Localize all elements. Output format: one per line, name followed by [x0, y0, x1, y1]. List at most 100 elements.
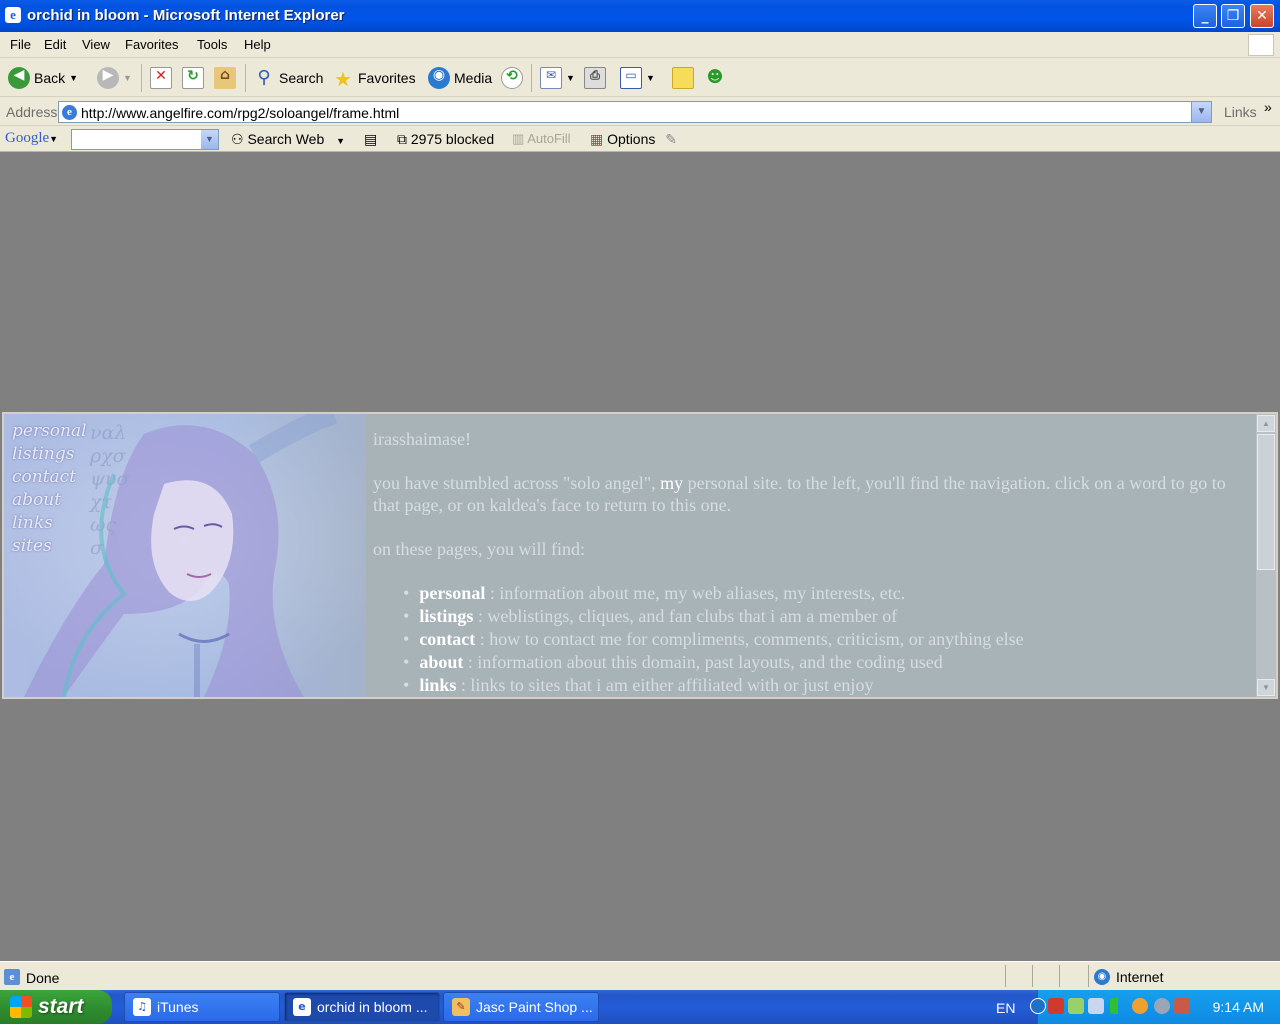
messenger-button[interactable]: ☻ — [704, 65, 726, 91]
task-label: Jasc Paint Shop ... — [476, 999, 593, 1015]
start-button[interactable]: start — [0, 990, 112, 1024]
history-button[interactable]: ⟲ — [501, 65, 523, 91]
list-item: links : links to sites that i am either … — [403, 674, 1253, 697]
tray-messenger-icon[interactable] — [1132, 998, 1148, 1014]
clock[interactable]: 9:14 AM — [1213, 999, 1264, 1015]
media-button[interactable]: ◉ Media — [428, 65, 492, 91]
autofill-button[interactable]: ▥ AutoFill — [512, 131, 571, 147]
nav-about[interactable]: about — [12, 489, 87, 512]
refresh-button[interactable]: ↻ — [182, 65, 204, 91]
home-icon: ⌂ — [214, 67, 236, 89]
nav-links[interactable]: links — [12, 512, 87, 535]
search-label: Search — [279, 70, 324, 86]
links-chevron-icon[interactable]: » — [1264, 99, 1272, 115]
mail-button[interactable]: ✉ ▼ — [540, 65, 575, 91]
title-bar[interactable]: e orchid in bloom - Microsoft Internet E… — [0, 0, 1280, 32]
scroll-up-icon[interactable]: ▲ — [1257, 415, 1275, 432]
status-divider — [1032, 965, 1033, 987]
back-button[interactable]: ◀ Back ▼ — [8, 65, 78, 91]
scrollbar-thumb[interactable] — [1257, 434, 1275, 570]
scroll-down-icon[interactable]: ▼ — [1257, 679, 1275, 696]
search-icon: ⚲ — [257, 67, 271, 88]
google-toolbar: Google▼ ▼ ⚇ Search Web ▼ ▤ ⧉ 2975 blocke… — [0, 127, 1280, 152]
system-tray: 9:14 AM — [1030, 990, 1280, 1024]
edit-button[interactable]: ▭ ▼ — [620, 65, 655, 91]
media-label: Media — [454, 70, 493, 86]
forward-dropdown-icon[interactable]: ▼ — [123, 73, 132, 83]
google-logo[interactable]: Google▼ — [5, 130, 58, 147]
print-button[interactable]: ⎙ — [584, 65, 606, 91]
favorites-star-icon: ★ — [334, 67, 352, 91]
language-indicator[interactable]: EN — [996, 1000, 1015, 1016]
intro-highlight: my — [660, 473, 684, 493]
back-arrow-icon: ◀ — [8, 67, 30, 89]
task-label: iTunes — [157, 999, 199, 1015]
menu-view[interactable]: View — [82, 37, 110, 52]
nav-personal[interactable]: personal — [12, 420, 87, 443]
intro-paragraph: you have stumbled across "solo angel", m… — [373, 472, 1253, 516]
discuss-button[interactable] — [672, 65, 694, 91]
item-term: about — [419, 652, 464, 672]
maximize-button[interactable]: ❐ — [1221, 4, 1245, 28]
binoculars-icon: ⚇ — [231, 131, 244, 147]
list-item: contact : how to contact me for complime… — [403, 628, 1253, 651]
task-ie-window[interactable]: e orchid in bloom ... — [284, 992, 440, 1022]
nav-sites[interactable]: sites — [12, 535, 87, 558]
pagerank-icon[interactable]: ▤ — [364, 131, 377, 148]
nav-contact[interactable]: contact — [12, 466, 87, 489]
forward-button[interactable]: ▶ ▼ — [97, 65, 132, 91]
address-url[interactable]: http://www.angelfire.com/rpg2/soloangel/… — [81, 105, 399, 121]
popup-blocked-count: 2975 blocked — [410, 131, 495, 147]
back-dropdown-icon[interactable]: ▼ — [69, 73, 78, 83]
tray-network-icon[interactable] — [1088, 998, 1104, 1014]
task-itunes[interactable]: ♫ iTunes — [124, 992, 280, 1022]
options-button[interactable]: ▦ Options ✎ — [590, 131, 677, 148]
task-label: orchid in bloom ... — [317, 999, 428, 1015]
search-web-dropdown-icon[interactable]: ▼ — [336, 136, 345, 146]
menu-help[interactable]: Help — [244, 37, 271, 52]
list-item: listings : weblistings, cliques, and fan… — [403, 605, 1253, 628]
search-web-button[interactable]: ⚇ Search Web ▼ — [231, 131, 345, 148]
menu-file[interactable]: File — [10, 37, 31, 52]
search-button[interactable]: ⚲ Search — [253, 65, 323, 91]
address-dropdown-icon[interactable]: ▼ — [1191, 102, 1211, 122]
minimize-button[interactable]: _ — [1193, 4, 1217, 28]
task-paint-shop[interactable]: ✎ Jasc Paint Shop ... — [443, 992, 599, 1022]
tray-app-icon[interactable] — [1048, 998, 1064, 1014]
autofill-label: AutoFill — [527, 131, 571, 146]
address-input[interactable]: e http://www.angelfire.com/rpg2/soloange… — [58, 101, 1212, 123]
google-search-input[interactable]: ▼ — [71, 129, 219, 150]
close-button[interactable]: ✕ — [1250, 4, 1274, 28]
tray-volume-icon[interactable] — [1154, 998, 1170, 1014]
links-button[interactable]: Links — [1224, 104, 1257, 120]
home-button[interactable]: ⌂ — [214, 65, 236, 91]
taskbar: start ♫ iTunes e orchid in bloom ... ✎ J… — [0, 990, 1280, 1024]
tray-misc-icon[interactable] — [1174, 998, 1190, 1014]
google-search-dropdown-icon[interactable]: ▼ — [201, 130, 218, 149]
edit-dropdown-icon[interactable]: ▼ — [646, 73, 655, 83]
decorative-greek-letters: ναλ ρχσ ψυσ χτ ως σ — [90, 422, 130, 559]
standard-toolbar: ◀ Back ▼ ▶ ▼ ✕ ↻ ⌂ ⚲ Search ★ Favorites … — [0, 59, 1280, 97]
greeting: irasshaimase! — [373, 429, 471, 449]
security-zone[interactable]: ◉ Internet — [1094, 969, 1163, 985]
menu-edit[interactable]: Edit — [44, 37, 66, 52]
stop-button[interactable]: ✕ — [150, 65, 172, 91]
frame-scrollbar[interactable]: ▲ ▼ — [1256, 414, 1276, 697]
google-logo-text: Google — [5, 130, 50, 146]
menu-favorites[interactable]: Favorites — [125, 37, 178, 52]
pencil-icon[interactable]: ✎ — [665, 131, 677, 147]
tray-signal-icon[interactable] — [1110, 998, 1126, 1014]
autofill-icon: ▥ — [512, 131, 525, 146]
popup-blocker-button[interactable]: ⧉ 2975 blocked — [397, 131, 494, 148]
menu-tools[interactable]: Tools — [197, 37, 227, 52]
nav-listings[interactable]: listings — [12, 443, 87, 466]
mail-dropdown-icon[interactable]: ▼ — [566, 73, 575, 83]
tray-people-icon[interactable] — [1068, 998, 1084, 1014]
tray-expand-icon[interactable] — [1030, 998, 1046, 1014]
kaldea-artwork[interactable]: ναλ ρχσ ψυσ χτ ως σ personal listings contact… — [4, 414, 366, 697]
windows-flag-icon — [10, 996, 32, 1018]
iframe-content[interactable]: ναλ ρχσ ψυσ χτ ως σ personal listings contact… — [2, 412, 1278, 699]
favorites-button[interactable]: ★ Favorites — [332, 65, 416, 91]
menu-bar: File Edit View Favorites Tools Help — [0, 32, 1280, 58]
page-done-icon: e — [4, 969, 20, 985]
